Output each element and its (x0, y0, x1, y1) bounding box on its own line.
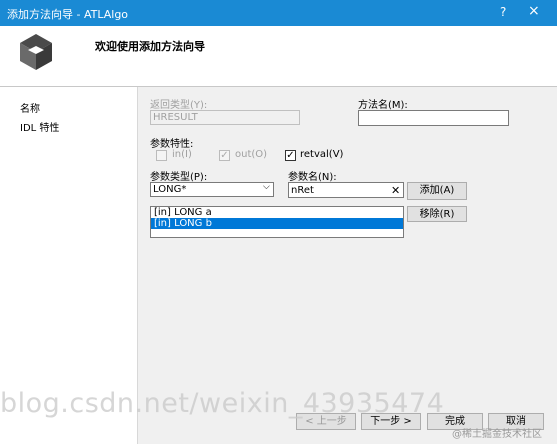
close-icon[interactable]: × (528, 3, 540, 19)
out-checkbox[interactable]: ✓ (219, 150, 230, 161)
param-name-input[interactable]: nRet ✕ (288, 182, 404, 198)
remove-button[interactable]: 移除(R) (407, 206, 467, 222)
help-icon[interactable]: ? (500, 5, 506, 19)
retval-check-icon: ✓ (286, 150, 295, 161)
param-name-value: nRet (291, 185, 314, 196)
in-checkbox-label: in(I) (172, 149, 192, 160)
wizard-heading: 欢迎使用添加方法向导 (95, 40, 205, 53)
wizard-cube-icon (20, 34, 52, 70)
list-item[interactable]: [in] LONG a (151, 207, 403, 218)
brand-watermark: @稀土掘金技术社区 (452, 429, 542, 440)
wizard-header: 欢迎使用添加方法向导 (0, 26, 557, 87)
chevron-down-icon[interactable]: ⌵ (263, 182, 270, 192)
window-title: 添加方法向导 - ATLAlgo (7, 8, 129, 21)
param-list[interactable]: [in] LONG a [in] LONG b (150, 206, 404, 238)
retval-checkbox-label: retval(V) (300, 149, 344, 160)
return-type-field: HRESULT (150, 110, 300, 125)
return-type-value: HRESULT (153, 112, 198, 123)
sidebar-item-name[interactable]: 名称 (20, 100, 40, 115)
method-name-input[interactable] (358, 110, 509, 126)
sidebar-item-idl-attributes[interactable]: IDL 特性 (20, 119, 59, 134)
retval-checkbox[interactable]: ✓ (285, 150, 296, 161)
list-item-selected[interactable]: [in] LONG b (151, 218, 403, 229)
method-name-label: 方法名(M): (358, 100, 408, 111)
in-checkbox[interactable] (156, 150, 167, 161)
param-type-select[interactable]: LONG* ⌵ (150, 182, 274, 197)
param-name-label: 参数名(N): (288, 172, 337, 183)
watermark: blog.csdn.net/weixin_43935474 (0, 388, 445, 419)
param-attributes-label: 参数特性: (150, 139, 194, 150)
out-check-icon: ✓ (220, 150, 229, 161)
param-type-label: 参数类型(P): (150, 172, 208, 183)
return-type-label: 返回类型(Y): (150, 100, 208, 111)
param-type-value: LONG* (153, 184, 187, 195)
add-button[interactable]: 添加(A) (407, 182, 467, 200)
clear-icon[interactable]: ✕ (391, 184, 400, 197)
title-bar: 添加方法向导 - ATLAlgo ? × (0, 0, 557, 26)
out-checkbox-label: out(O) (235, 149, 268, 160)
